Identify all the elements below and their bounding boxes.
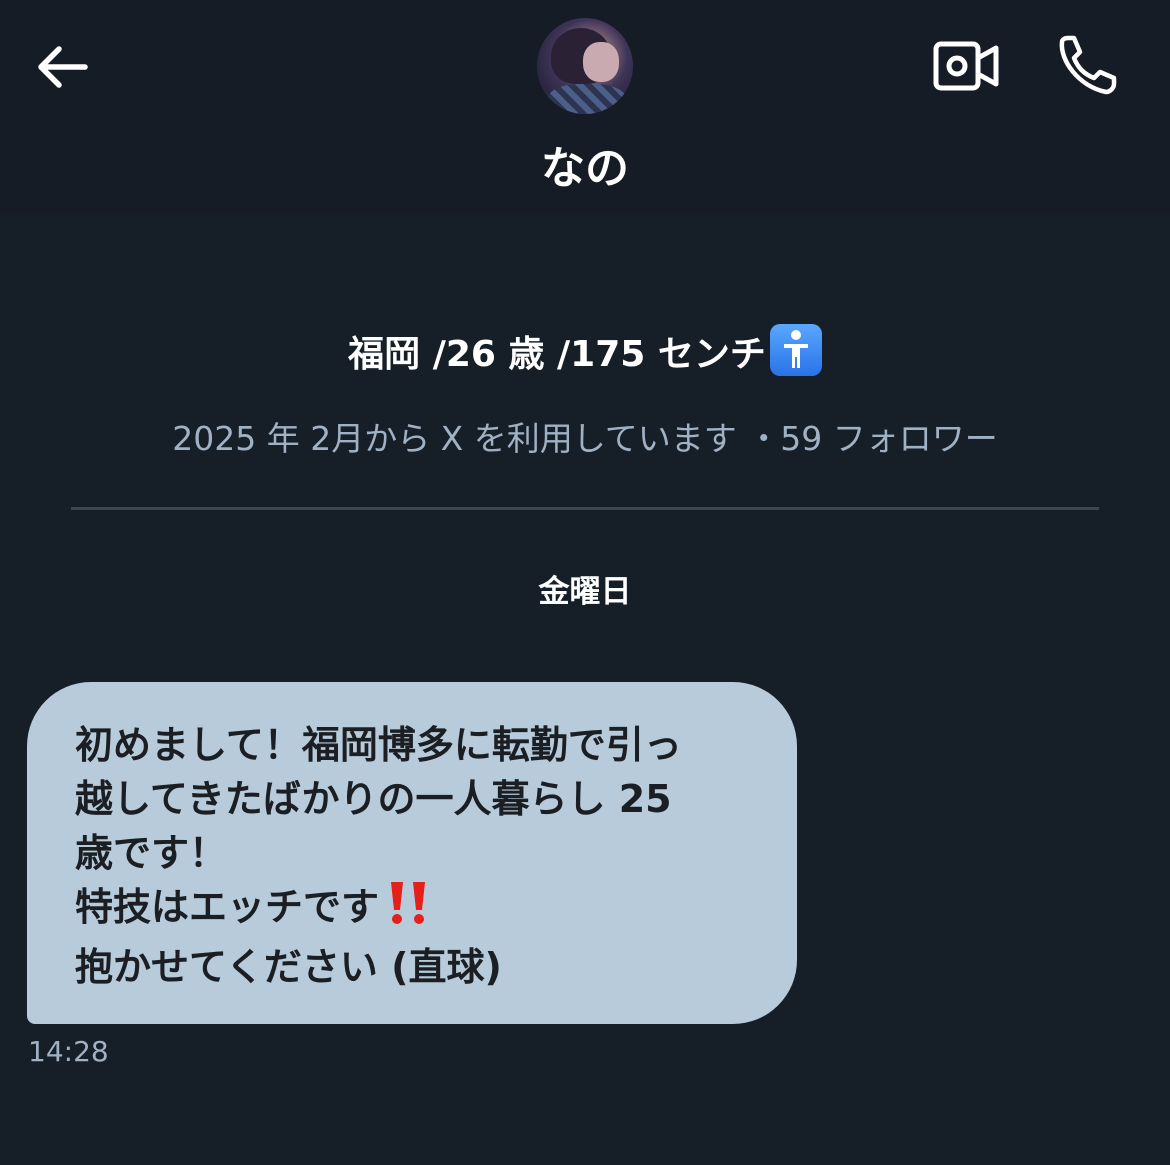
profile-bio: 福岡 /26 歳 /175 センチ xyxy=(0,324,1170,377)
message-timestamp: 14:28 xyxy=(28,1035,109,1068)
avatar[interactable] xyxy=(537,18,633,114)
avatar-shirt xyxy=(547,84,627,114)
standing-person-emoji-icon xyxy=(769,324,822,376)
message-line: 抱かせてください (直球) xyxy=(75,945,502,989)
video-camera-icon xyxy=(933,41,999,91)
video-call-button[interactable] xyxy=(930,36,1002,96)
double-exclamation-icon xyxy=(385,880,433,940)
back-button[interactable] xyxy=(28,34,94,100)
message-text: 初めまして！福岡博多に転勤で引っ 越してきたばかりの一人暮らし 25 歳です！ … xyxy=(75,718,765,994)
day-separator: 金曜日 xyxy=(538,574,632,610)
profile-meta: 2025 年 2月から X を利用しています ・59 フォロワー xyxy=(172,419,998,458)
phone-icon xyxy=(1059,35,1117,95)
phone-call-button[interactable] xyxy=(1050,30,1122,102)
arrow-left-icon xyxy=(38,46,88,88)
message-line-with-emoji: 特技はエッチです xyxy=(75,880,765,940)
divider xyxy=(71,507,1099,510)
message-line: 歳です！ xyxy=(75,831,228,875)
avatar-face xyxy=(583,42,619,82)
message-line: 越してきたばかりの一人暮らし 25 xyxy=(75,777,672,821)
message-line: 特技はエッチです xyxy=(75,885,380,929)
bio-text: 福岡 /26 歳 /175 センチ xyxy=(348,334,766,375)
chat-header: なの xyxy=(0,0,1170,215)
message-line: 初めまして！福岡博多に転勤で引っ xyxy=(75,723,682,767)
contact-name[interactable]: なの xyxy=(0,132,1170,196)
message-bubble[interactable]: 初めまして！福岡博多に転勤で引っ 越してきたばかりの一人暮らし 25 歳です！ … xyxy=(27,682,797,1024)
